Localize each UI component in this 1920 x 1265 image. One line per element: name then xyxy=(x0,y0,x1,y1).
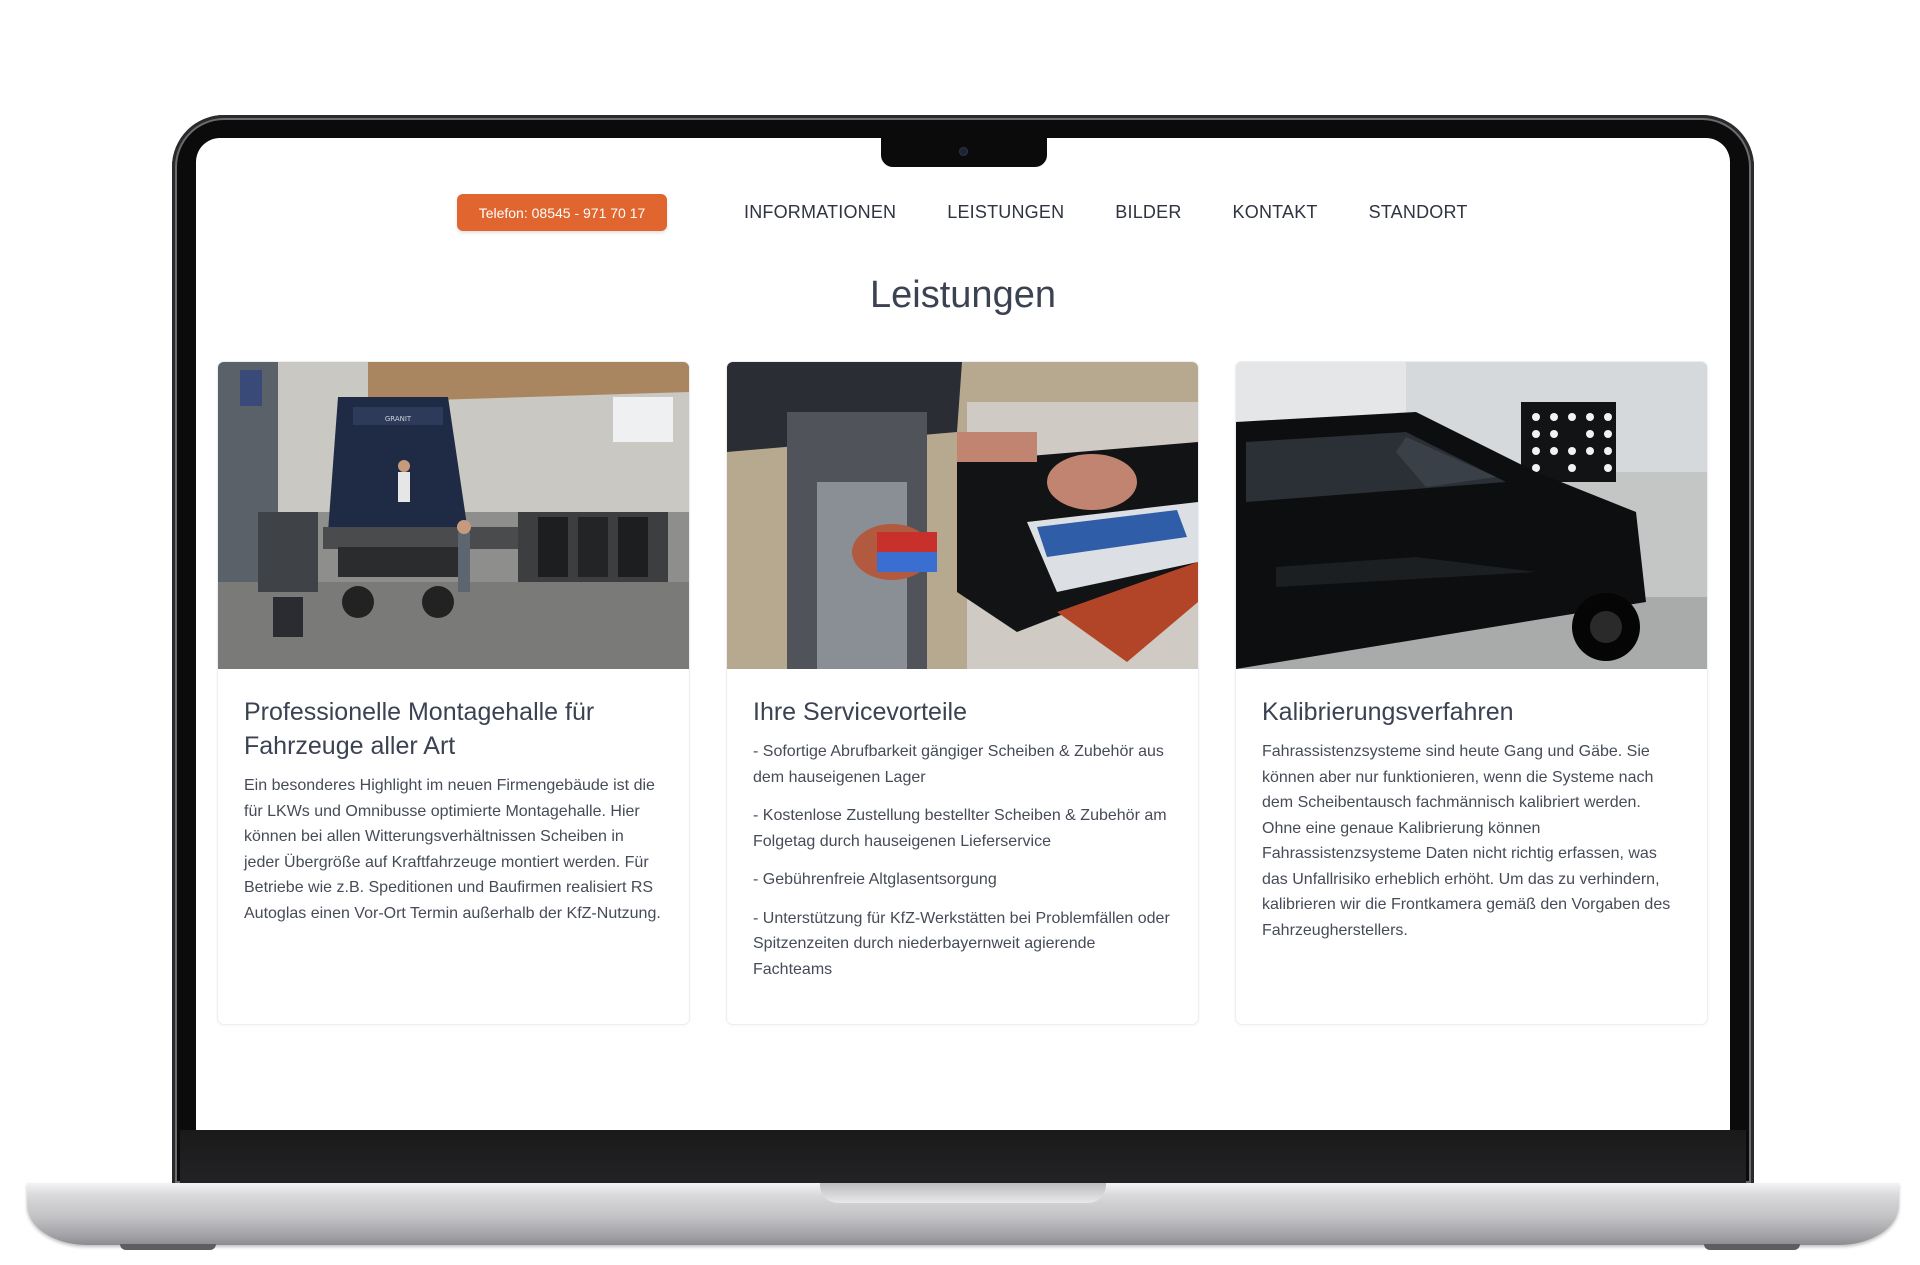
nav-link-bilder[interactable]: BILDER xyxy=(1115,202,1181,223)
svg-text:GRANIT: GRANIT xyxy=(385,415,412,423)
card-title: Professionelle Montagehalle für Fahrzeug… xyxy=(244,698,595,760)
nav-link-leistungen[interactable]: LEISTUNGEN xyxy=(947,202,1064,223)
page-title: Leistungen xyxy=(870,274,1056,316)
service-card-kalibrierung: Kalibrierungsverfahren Fahrassistenzsyst… xyxy=(1236,362,1707,1024)
list-item: - Unterstützung für KfZ-Werkstätten bei … xyxy=(753,909,1170,978)
service-card-servicevorteile: Ihre Servicevorteile - Sofortige Abrufba… xyxy=(727,362,1198,1024)
laptop-screen: Telefon: 08545 - 971 70 17 INFORMATIONEN… xyxy=(196,138,1730,1130)
service-card-montagehalle: GRANIT Professionelle Montagehalle für F… xyxy=(218,362,689,1024)
card-title: Ihre Servicevorteile xyxy=(753,698,967,726)
list-item: - Sofortige Abrufbarkeit gängiger Scheib… xyxy=(753,743,1164,786)
list-item: - Gebührenfreie Altglasentsorgung xyxy=(753,871,997,888)
top-navigation: Telefon: 08545 - 971 70 17 INFORMATIONEN… xyxy=(196,194,1730,234)
nav-link-kontakt[interactable]: KONTAKT xyxy=(1233,202,1318,223)
nav-link-standort[interactable]: STANDORT xyxy=(1369,202,1468,223)
benefit-list: - Sofortige Abrufbarkeit gängiger Scheib… xyxy=(753,739,1172,982)
laptop-foot-left xyxy=(120,1244,216,1250)
camera-icon xyxy=(959,147,968,156)
laptop-foot-right xyxy=(1704,1244,1800,1250)
car-calibration-photo xyxy=(1236,362,1707,669)
list-item: - Kostenlose Zustellung bestellter Schei… xyxy=(753,807,1167,850)
workshop-truck-photo: GRANIT xyxy=(218,362,689,669)
laptop-notch xyxy=(881,138,1047,167)
card-text: Fahrassistenzsysteme sind heute Gang und… xyxy=(1262,743,1671,939)
card-text: Ein besonderes Highlight im neuen Firmen… xyxy=(244,777,661,922)
card-title: Kalibrierungsverfahren xyxy=(1262,698,1514,726)
laptop-bezel xyxy=(180,1130,1746,1186)
card-body: Kalibrierungsverfahren Fahrassistenzsyst… xyxy=(1236,669,1707,943)
phone-button[interactable]: Telefon: 08545 - 971 70 17 xyxy=(457,194,667,231)
card-body: Professionelle Montagehalle für Fahrzeug… xyxy=(218,669,689,926)
laptop-opening-notch xyxy=(820,1183,1106,1203)
windshield-glue-photo xyxy=(727,362,1198,669)
nav-link-informationen[interactable]: INFORMATIONEN xyxy=(744,202,896,223)
card-body: Ihre Servicevorteile - Sofortige Abrufba… xyxy=(727,669,1198,982)
nav-menu: INFORMATIONEN LEISTUNGEN BILDER KONTAKT … xyxy=(744,194,1519,231)
service-cards: GRANIT Professionelle Montagehalle für F… xyxy=(218,362,1708,1024)
